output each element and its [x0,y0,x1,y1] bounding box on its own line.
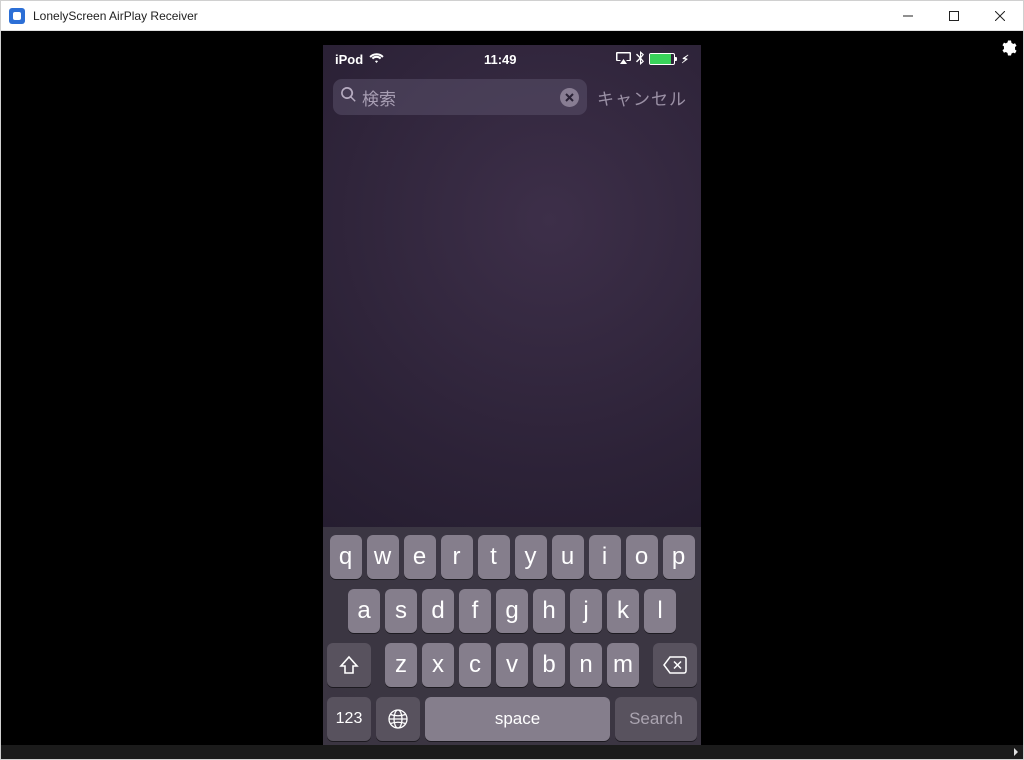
horizontal-scrollbar[interactable] [1,745,1023,759]
cancel-button[interactable]: キャンセル [597,85,687,110]
key-h[interactable]: h [533,589,565,633]
scroll-right-arrow-icon[interactable] [1009,745,1023,759]
key-r[interactable]: r [441,535,473,579]
key-a[interactable]: a [348,589,380,633]
numeric-key[interactable]: 123 [327,697,371,741]
content-area: iPod 11:49 ⚡︎ [1,31,1023,759]
search-key[interactable]: Search [615,697,697,741]
mirrored-device-screen: iPod 11:49 ⚡︎ [323,45,701,745]
key-e[interactable]: e [404,535,436,579]
key-i[interactable]: i [589,535,621,579]
key-c[interactable]: c [459,643,491,687]
window-controls [885,1,1023,31]
shift-key[interactable] [327,643,371,687]
battery-icon [649,53,675,65]
search-icon [341,87,356,107]
charging-icon: ⚡︎ [681,53,689,66]
key-y[interactable]: y [515,535,547,579]
airplay-icon [616,52,631,67]
device-statusbar: iPod 11:49 ⚡︎ [323,45,701,69]
key-g[interactable]: g [496,589,528,633]
keyboard-row-1: qwertyuiop [326,535,698,579]
key-u[interactable]: u [552,535,584,579]
space-key[interactable]: space [425,697,610,741]
key-o[interactable]: o [626,535,658,579]
close-button[interactable] [977,1,1023,31]
app-window: LonelyScreen AirPlay Receiver iPod [0,0,1024,760]
bluetooth-icon [636,51,644,68]
globe-key[interactable] [376,697,420,741]
keyboard-row-2: asdfghjkl [326,589,698,633]
key-x[interactable]: x [422,643,454,687]
key-n[interactable]: n [570,643,602,687]
keyboard-row-4: 123 space Search [326,697,698,741]
key-p[interactable]: p [663,535,695,579]
maximize-button[interactable] [931,1,977,31]
key-z[interactable]: z [385,643,417,687]
backspace-key[interactable] [653,643,697,687]
window-titlebar: LonelyScreen AirPlay Receiver [1,1,1023,31]
wifi-icon [369,52,384,67]
clear-search-button[interactable] [560,88,579,107]
key-t[interactable]: t [478,535,510,579]
settings-gear-icon[interactable] [999,39,1017,62]
search-row: 検索 キャンセル [323,69,701,115]
key-m[interactable]: m [607,643,639,687]
key-d[interactable]: d [422,589,454,633]
device-time: 11:49 [484,52,517,67]
key-b[interactable]: b [533,643,565,687]
search-placeholder: 検索 [362,85,560,110]
key-f[interactable]: f [459,589,491,633]
key-q[interactable]: q [330,535,362,579]
keyboard-row-3: zxcvbnm [326,643,698,687]
app-icon [9,8,25,24]
window-title: LonelyScreen AirPlay Receiver [33,9,885,23]
key-j[interactable]: j [570,589,602,633]
empty-results-area [323,115,701,527]
key-k[interactable]: k [607,589,639,633]
key-w[interactable]: w [367,535,399,579]
key-s[interactable]: s [385,589,417,633]
device-name: iPod [335,52,363,67]
minimize-button[interactable] [885,1,931,31]
onscreen-keyboard: qwertyuiop asdfghjkl zxcvbnm 123 [323,527,701,745]
key-v[interactable]: v [496,643,528,687]
search-input[interactable]: 検索 [333,79,587,115]
key-l[interactable]: l [644,589,676,633]
